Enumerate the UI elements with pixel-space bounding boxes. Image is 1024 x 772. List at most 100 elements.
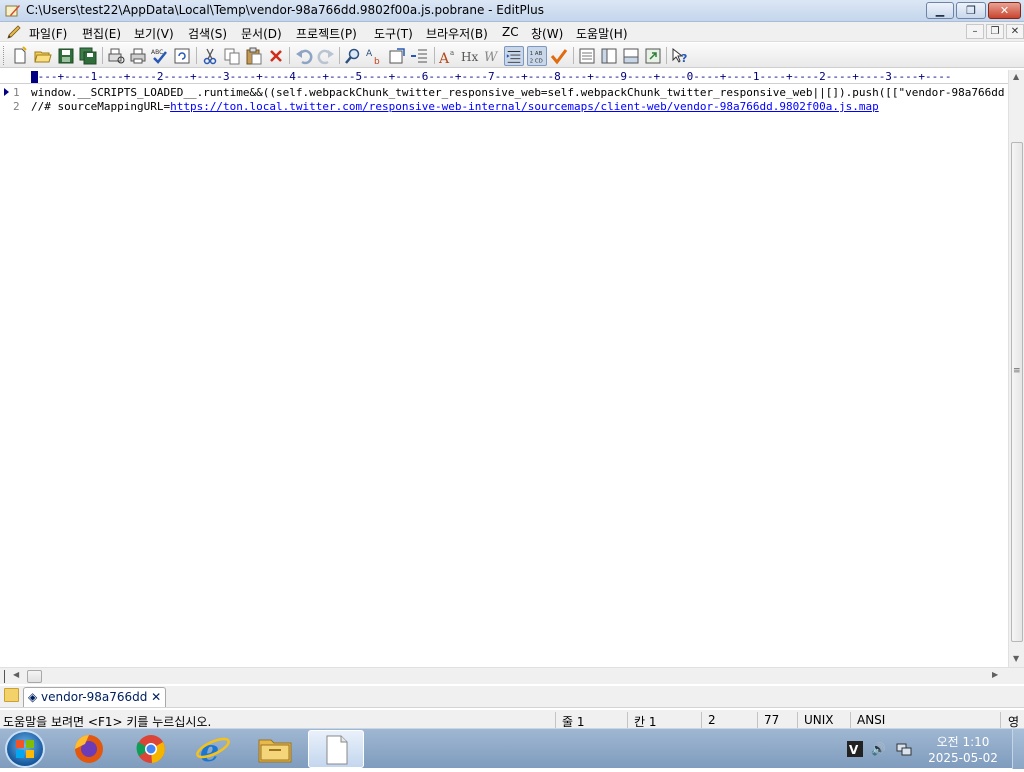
firefox-icon [75,735,103,763]
menu-window[interactable]: 창(W) [528,24,566,43]
mdi-minimize-button[interactable]: – [966,24,984,39]
file-explorer-taskbar-button[interactable] [247,730,303,768]
goto-icon[interactable] [387,46,407,66]
show-desktop-button[interactable] [1012,729,1024,769]
tab-close-icon[interactable]: ✕ [147,690,161,704]
source-map-link[interactable]: https://ton.local.twitter.com/responsive… [170,100,879,113]
status-separator [701,712,702,728]
horizontal-scrollbar[interactable]: ◀ ▶ [0,667,1024,684]
ruler-toggle-icon[interactable]: 1 AB2 CD [527,46,547,66]
editplus-taskbar-button[interactable] [308,730,364,768]
scroll-right-arrow-icon[interactable]: ▶ [992,670,998,679]
redo-icon[interactable] [316,46,336,66]
menu-view[interactable]: 보기(V) [131,24,177,43]
indent-icon[interactable] [409,46,429,66]
menu-zc[interactable]: ZC [499,24,522,40]
code-line[interactable]: //# sourceMappingURL=https://ton.local.t… [31,100,1006,114]
code-comment: //# sourceMappingURL= [31,100,171,113]
clock-time: 오전 1:10 [936,735,990,749]
folder-icon[interactable] [4,688,19,702]
find-icon[interactable] [343,46,363,66]
toolbar: ABC Ab Aa Hx W 1 AB 2 CD ? [0,43,1024,68]
status-separator [757,712,758,728]
svg-text:A: A [366,49,373,59]
menu-edit[interactable]: 편집(E) [79,24,124,43]
mdi-restore-button[interactable]: ❐ [986,24,1004,39]
document-list-icon[interactable] [577,46,597,66]
clip-icon[interactable] [599,46,619,66]
print-icon[interactable] [128,46,148,66]
status-separator [627,712,628,728]
word-wrap-icon[interactable]: W [482,46,502,66]
undo-icon[interactable] [294,46,314,66]
mdi-close-button[interactable]: ✕ [1006,24,1024,39]
svg-text:ABC: ABC [151,49,163,56]
status-separator [1000,712,1001,728]
line-indent-icon[interactable] [504,46,524,66]
check-icon[interactable] [549,46,569,66]
toolbar-grip[interactable] [3,46,6,65]
chrome-taskbar-button[interactable] [123,730,179,768]
status-char-count: 77 [764,713,780,727]
split-handle[interactable] [4,670,7,683]
print-preview-icon[interactable] [106,46,126,66]
editor-area[interactable]: 1 window.__SCRIPTS_LOADED__.runtime&&((s… [0,85,1008,667]
code-line[interactable]: window.__SCRIPTS_LOADED__.runtime&&((sel… [31,86,1006,100]
minimize-button[interactable]: ▁ [926,2,954,19]
column-ruler: ----+----1----+----2----+----3----+----4… [0,70,1008,84]
save-icon[interactable] [56,46,76,66]
editplus-app-icon[interactable] [5,4,21,18]
cut-icon[interactable] [200,46,220,66]
taskbar: e V 🔊 오전 1:10 2025-05-02 [0,728,1024,769]
volume-icon[interactable]: 🔊 [871,742,886,756]
menu-document[interactable]: 문서(D) [238,24,285,43]
toolbar-separator [573,47,574,64]
document-tab[interactable]: ◈ vendor-98a766dd ✕ [23,687,167,707]
output-icon[interactable] [621,46,641,66]
menu-browser[interactable]: 브라우저(B) [423,24,491,43]
delete-icon[interactable] [266,46,286,66]
input-method-icon[interactable]: V [846,740,864,758]
menu-tools[interactable]: 도구(T) [371,24,416,43]
vertical-scroll-thumb[interactable] [1011,142,1023,642]
replace-icon[interactable]: Ab [365,46,385,66]
hex-icon[interactable]: Hx [460,46,480,66]
menu-project[interactable]: 프로젝트(P) [293,24,360,43]
window-title: C:\Users\test22\AppData\Local\Temp\vendo… [26,3,544,17]
firefox-taskbar-button[interactable] [61,730,117,768]
close-button[interactable]: ✕ [988,2,1021,19]
scroll-down-arrow-icon[interactable]: ▼ [1013,654,1019,663]
menu-help[interactable]: 도움말(H) [573,24,631,43]
title-bar: C:\Users\test22\AppData\Local\Temp\vendo… [0,0,1024,22]
clock-date: 2025-05-02 [928,751,998,765]
vertical-scrollbar[interactable]: ▲ ≡ ▼ [1008,70,1024,667]
horizontal-scroll-thumb[interactable] [27,670,42,683]
tab-file-icon: ◈ [28,690,42,704]
help-icon[interactable]: ? [670,46,690,66]
spellcheck-icon[interactable]: ABC [150,46,170,66]
network-icon[interactable] [896,741,912,757]
status-separator [850,712,851,728]
status-line-ending[interactable]: UNIX [804,713,834,727]
copy-icon[interactable] [222,46,242,66]
status-separator [797,712,798,728]
font-icon[interactable]: Aa [438,46,458,66]
reload-icon[interactable] [172,46,192,66]
new-file-icon[interactable] [10,46,30,66]
file-explorer-icon [258,739,292,763]
menu-search[interactable]: 검색(S) [185,24,230,43]
svg-text:?: ? [681,52,687,65]
internet-explorer-taskbar-button[interactable]: e [185,730,241,769]
start-button[interactable] [5,730,45,768]
scroll-up-arrow-icon[interactable]: ▲ [1013,72,1019,81]
status-encoding[interactable]: ANSI [857,713,885,727]
browser-icon[interactable] [643,46,663,66]
maximize-button[interactable]: ❐ [956,2,986,19]
paste-icon[interactable] [244,46,264,66]
save-all-icon[interactable] [78,46,98,66]
menu-file[interactable]: 파일(F) [26,24,70,43]
line-number: 1 [13,86,20,99]
scroll-left-arrow-icon[interactable]: ◀ [13,670,19,679]
system-clock[interactable]: 오전 1:10 2025-05-02 [922,734,1004,766]
open-folder-icon[interactable] [33,46,53,66]
